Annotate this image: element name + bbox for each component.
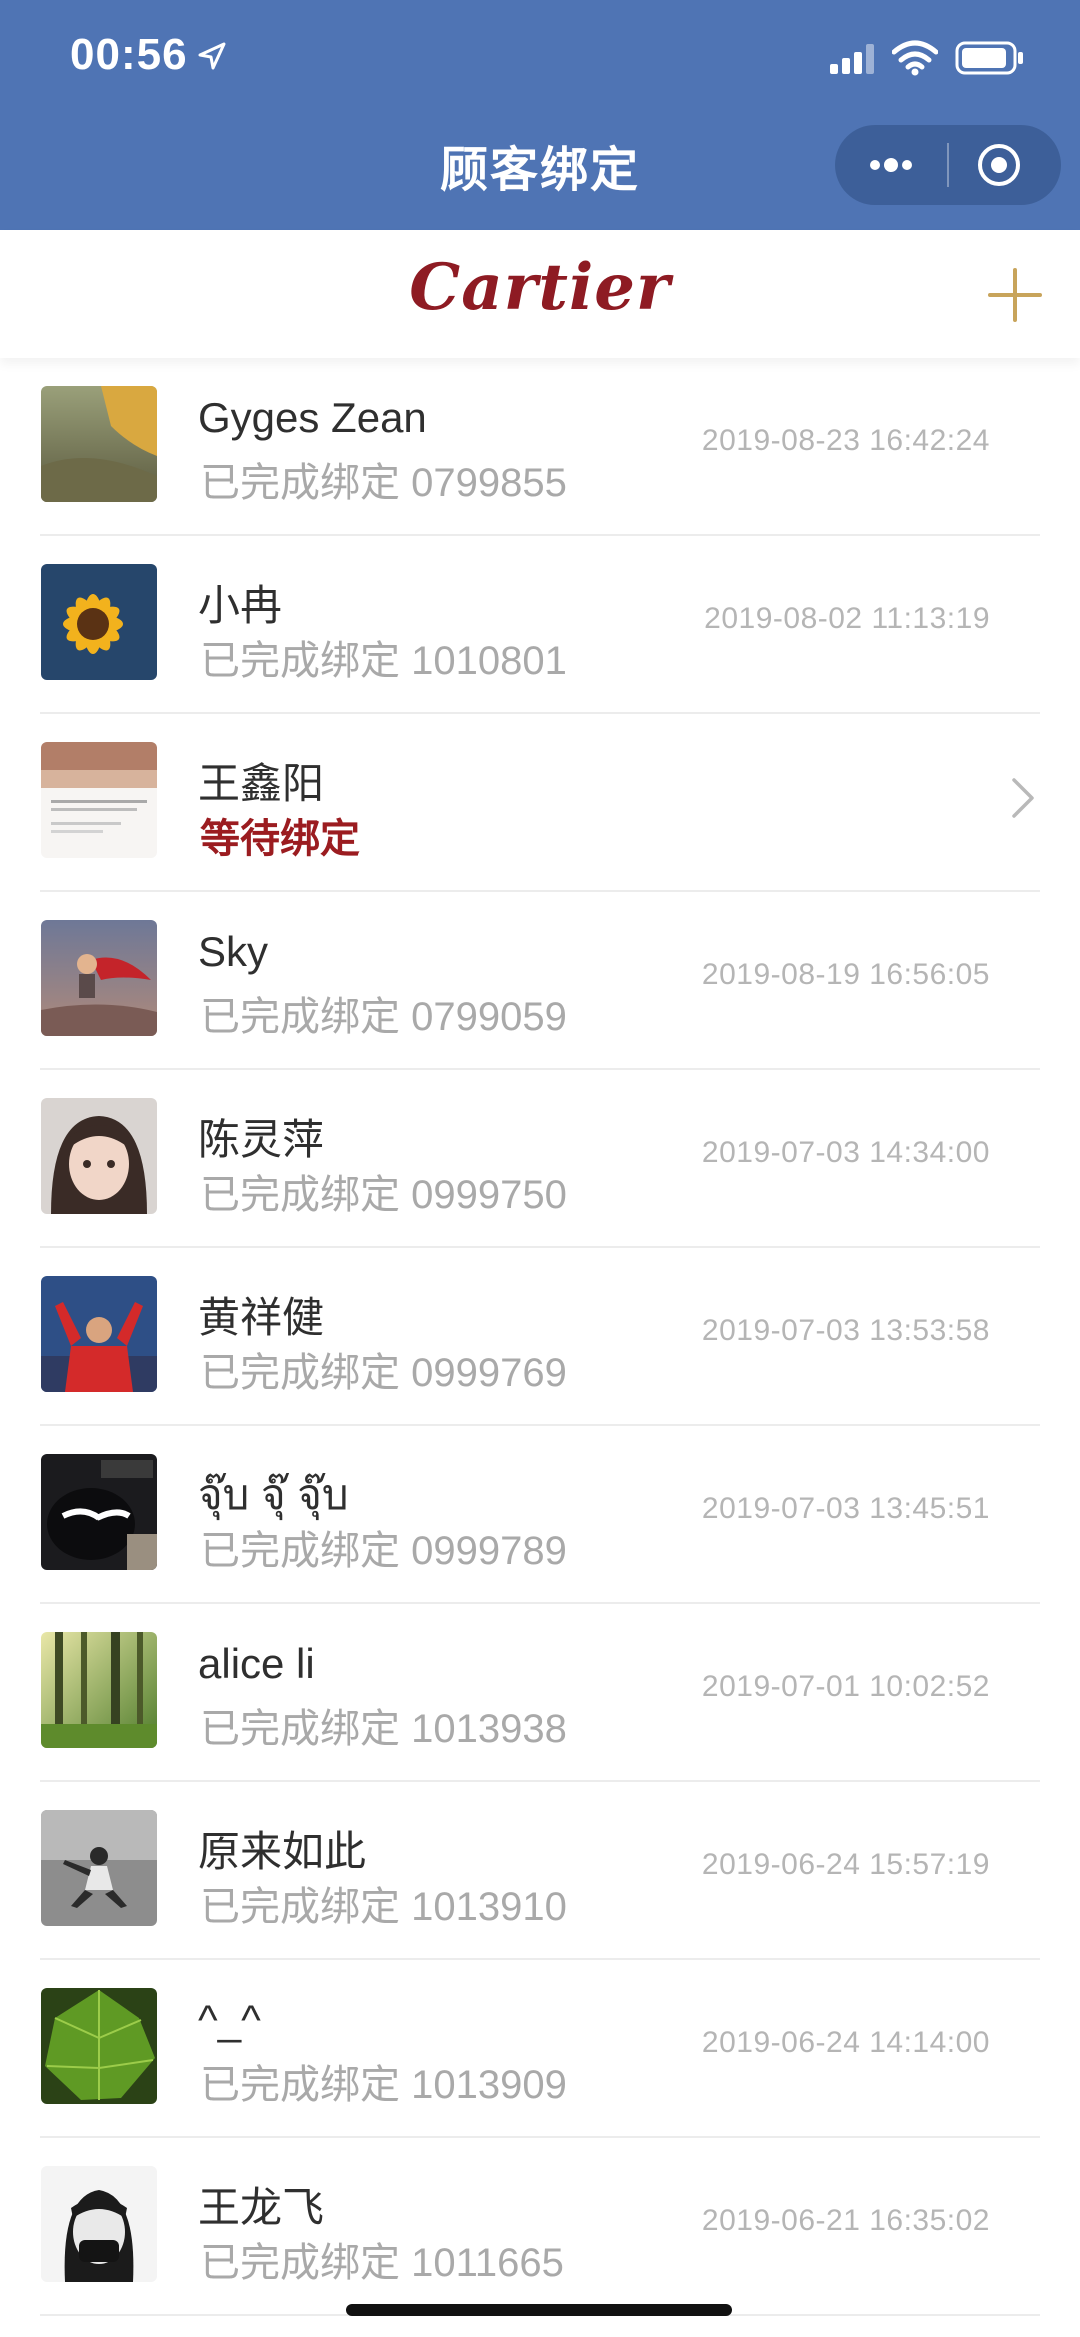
customer-row[interactable]: 王鑫阳 等待绑定 — [0, 714, 1080, 892]
cartier-logo: Cartier — [409, 250, 671, 325]
binding-datetime: 2019-07-03 13:45:51 — [701, 1492, 990, 1525]
customer-row[interactable]: 王龙飞已完成绑定 1011665 2019-06-21 16:35:02 — [0, 2138, 1080, 2316]
customer-row[interactable]: Sky 已完成绑定 0799059 2019-08-19 16:56:05 — [0, 892, 1080, 1070]
customer-avatar — [41, 386, 157, 502]
cellular-signal-icon — [830, 44, 874, 74]
binding-datetime: 2019-08-19 16:56:05 — [701, 958, 990, 991]
customer-binding-screen: 00:56 顾客绑定 Cartier Gyges Zean 已完成绑定 0799… — [0, 0, 1080, 2337]
binding-datetime: 2019-07-03 14:34:00 — [701, 1136, 990, 1169]
customer-name: Sky — [198, 928, 269, 975]
customer-avatar — [41, 1632, 157, 1748]
binding-status: 已完成绑定 0999750 — [200, 1173, 567, 1217]
customer-row[interactable]: 陈灵萍已完成绑定 0999750 2019-07-03 14:34:00 — [0, 1070, 1080, 1248]
binding-status: 已完成绑定 1011665 — [200, 2241, 564, 2285]
binding-status: 已完成绑定 0799855 — [200, 461, 567, 505]
customer-name: 黄祥健 — [198, 1294, 325, 1341]
customer-list: Gyges Zean 已完成绑定 0799855 2019-08-23 16:42:… — [0, 358, 1080, 2316]
binding-status: 已完成绑定 1013910 — [200, 1885, 567, 1929]
customer-name: 王鑫阳 — [198, 760, 325, 807]
add-customer-button[interactable] — [980, 260, 1050, 330]
wifi-icon — [892, 40, 938, 76]
customer-avatar — [41, 1454, 157, 1570]
binding-status: 已完成绑定 0799059 — [200, 995, 567, 1039]
binding-status: 已完成绑定 1010801 — [200, 639, 567, 683]
chevron-right-icon[interactable] — [1010, 776, 1038, 820]
customer-name: ^_^ — [198, 1996, 261, 2043]
more-options-icon[interactable] — [863, 147, 919, 183]
location-arrow-icon — [198, 42, 226, 70]
customer-name: 原来如此 — [198, 1828, 367, 1875]
home-indicator — [346, 2304, 732, 2316]
customer-name: Gyges Zean — [198, 394, 427, 441]
binding-datetime: 2019-06-24 15:57:19 — [701, 1848, 990, 1881]
binding-datetime: 2019-06-24 14:14:00 — [701, 2026, 990, 2059]
customer-avatar — [41, 920, 157, 1036]
customer-name: alice li — [198, 1640, 315, 1687]
customer-name: 陈灵萍 — [198, 1116, 325, 1163]
capsule-divider — [947, 143, 949, 187]
customer-row[interactable]: 小冉已完成绑定 1010801 2019-08-02 11:13:19 — [0, 536, 1080, 714]
customer-avatar — [41, 1988, 157, 2104]
customer-row[interactable]: alice li 已完成绑定 1013938 2019-07-01 10:02:52 — [0, 1604, 1080, 1782]
binding-datetime: 2019-08-23 16:42:24 — [701, 424, 990, 457]
customer-avatar — [41, 742, 157, 858]
customer-avatar — [41, 564, 157, 680]
status-bar: 00:56 — [0, 0, 1080, 120]
binding-status: 已完成绑定 1013938 — [200, 1707, 567, 1751]
customer-avatar — [41, 2166, 157, 2282]
pending-binding-status: 等待绑定 — [200, 817, 360, 861]
binding-datetime: 2019-08-02 11:13:19 — [704, 602, 990, 635]
binding-datetime: 2019-06-21 16:35:02 — [701, 2204, 990, 2237]
battery-icon — [955, 41, 1023, 75]
binding-status: 已完成绑定 0999769 — [200, 1351, 567, 1395]
mini-program-capsule — [835, 125, 1061, 205]
customer-row[interactable]: Gyges Zean 已完成绑定 0799855 2019-08-23 16:42:… — [0, 358, 1080, 536]
customer-name: 小冉 — [198, 582, 283, 629]
customer-avatar — [41, 1810, 157, 1926]
customer-row[interactable]: 原来如此已完成绑定 1013910 2019-06-24 15:57:19 — [0, 1782, 1080, 1960]
binding-status: 已完成绑定 0999789 — [200, 1529, 567, 1573]
status-time: 00:56 — [70, 30, 188, 79]
navigation-header: 00:56 顾客绑定 — [0, 0, 1080, 230]
close-mini-program-icon[interactable] — [975, 141, 1023, 189]
binding-status: 已完成绑定 1013909 — [200, 2063, 567, 2107]
customer-row[interactable]: ^_^ 已完成绑定 1013909 2019-06-24 14:14:00 — [0, 1960, 1080, 2138]
customer-avatar — [41, 1276, 157, 1392]
binding-datetime: 2019-07-01 10:02:52 — [701, 1670, 990, 1703]
customer-avatar — [41, 1098, 157, 1214]
binding-datetime: 2019-07-03 13:53:58 — [701, 1314, 990, 1347]
customer-name: 王龙飞 — [198, 2184, 325, 2231]
customer-row[interactable]: 黄祥健已完成绑定 0999769 2019-07-03 13:53:58 — [0, 1248, 1080, 1426]
brand-bar: Cartier — [0, 230, 1080, 358]
customer-row[interactable]: จุ๊บ จุ๊ จุ๊บ 已完成绑定 0999789 2019-07-03 13:… — [0, 1426, 1080, 1604]
